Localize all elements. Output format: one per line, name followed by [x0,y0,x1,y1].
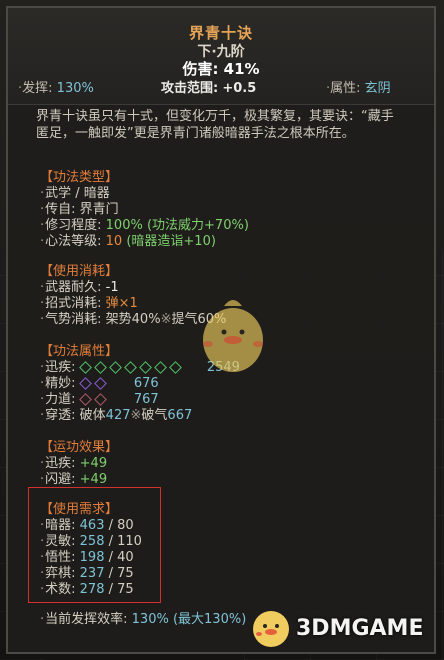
section-title: 【运功效果】 [40,440,119,455]
section-title: 【功法类型】 [40,170,119,185]
fahui-value: 130% [56,81,94,96]
watermark-text: 3DMGAME [296,616,424,641]
lidao-diamonds [78,392,110,407]
tooltip-header: 界青十诀 下·九阶 伤害: 41% ·发挥: 130% 攻击范围: +0.5 ·… [8,8,434,105]
requirements-highlight-box [28,487,161,603]
header-stat-row: ·发挥: 130% 攻击范围: +0.5 ·属性: 玄阴 [8,77,434,97]
xunji-diamonds [78,360,185,375]
gongfa-category: ·武学 / 暗器 [40,186,110,201]
lidao-property: ·力道: 767 [40,392,159,407]
jingmiao-diamonds [78,376,110,391]
efficiency-footer: ·当前发挥效率: 130% (最大130%) [40,612,247,627]
skill-damage: 伤害: 41% [182,60,260,78]
attack-range-stat: 攻击范围: +0.5 [161,81,257,96]
xinfa-level: ·心法等级: 10 (暗器造诣+10) [40,234,216,249]
attribute-stat: ·属性: 玄阴 [326,81,391,96]
jingmiao-property: ·精妙: 676 [40,376,159,391]
skill-title: 界青十诀 [188,24,253,42]
xiuxi-level: ·修习程度: 100% (功法威力+70%) [40,218,249,233]
watermark: 3DMGAME [250,608,430,650]
fahui-stat: ·发挥: 130% [18,81,94,96]
skill-description: 界青十诀虽只有十式，但变化万千，极其繁复，其要诀：“藏手匿足，一触即发”更是界青… [36,109,394,141]
chuantou-property: ·穿透: 破体427※破气667 [40,408,193,423]
attack-range-value: +0.5 [222,81,257,96]
effect-shanbi: ·闪避: +49 [40,472,108,487]
attribute-value: 玄阴 [364,81,391,96]
effects-section: 【运功效果】 ·迅疾: +49 ·闪避: +49 [40,440,118,488]
mascot-icon [203,300,263,372]
gongfa-type-section: 【功法类型】 ·武学 / 暗器 ·传自: 界青门 ·修习程度: 100% (功法… [40,170,249,250]
effect-xunji: ·迅疾: +49 [40,456,108,471]
watermark-logo-icon [253,611,289,647]
section-title: 【使用消耗】 [40,264,119,279]
gongfa-origin: ·传自: 界青门 [40,202,119,217]
